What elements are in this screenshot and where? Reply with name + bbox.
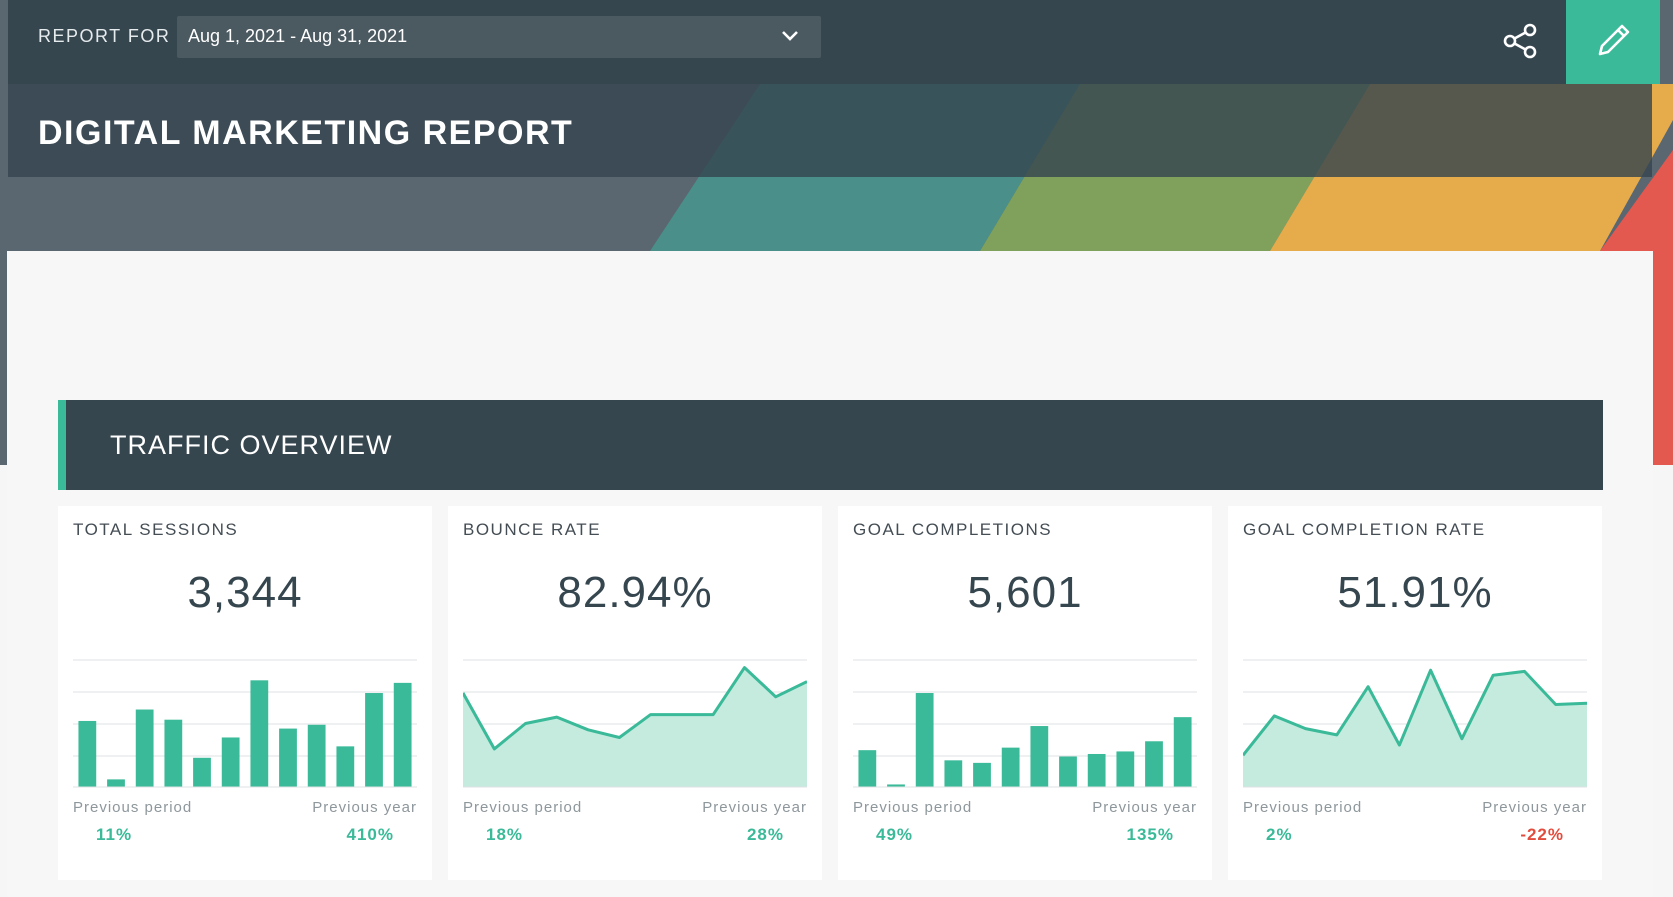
- bar: [944, 760, 963, 787]
- previous-period-label: Previous period: [463, 799, 583, 816]
- report-for-label: REPORT FOR: [38, 26, 171, 46]
- bar: [915, 693, 934, 787]
- date-range-value: Aug 1, 2021 - Aug 31, 2021: [188, 26, 408, 46]
- metric-value: 82.94%: [557, 568, 713, 617]
- bar: [973, 762, 991, 787]
- previous-year-change: -22%: [1520, 825, 1564, 844]
- date-range-select[interactable]: Aug 1, 2021 - Aug 31, 2021: [177, 16, 821, 58]
- metric-value: 5,601: [967, 568, 1083, 617]
- metric-label: BOUNCE RATE: [463, 520, 602, 539]
- previous-year-change: 410%: [346, 825, 394, 844]
- section-header: TRAFFIC OVERVIEW: [58, 400, 1603, 490]
- bar: [858, 750, 877, 787]
- metric-value: 3,344: [187, 568, 303, 617]
- share-icon[interactable]: [1498, 18, 1544, 64]
- previous-year-change: 28%: [746, 825, 784, 844]
- metric-label: GOAL COMPLETION RATE: [1243, 520, 1486, 539]
- sparkline-chart: [853, 659, 1197, 788]
- metric-label: GOAL COMPLETIONS: [853, 520, 1053, 539]
- chevron-down-icon: [782, 31, 798, 41]
- top-bar: REPORT FOR Aug 1, 2021 - Aug 31, 2021: [8, 0, 1660, 84]
- bar: [279, 728, 297, 787]
- bar: [1001, 747, 1020, 787]
- bar: [164, 719, 183, 787]
- metric-value: 51.91%: [1337, 568, 1493, 617]
- sparkline-chart: [463, 659, 807, 788]
- bar: [365, 693, 383, 787]
- previous-year-label: Previous year: [312, 799, 417, 816]
- metric-card-total-sessions: TOTAL SESSIONS 3,344 Previous period Pre…: [58, 506, 432, 880]
- bar: [1087, 753, 1106, 787]
- title-bar: DIGITAL MARKETING REPORT: [8, 84, 1652, 177]
- bar: [78, 720, 97, 787]
- area-fill: [1243, 670, 1587, 787]
- section-title: TRAFFIC OVERVIEW: [110, 430, 393, 460]
- bar: [336, 746, 355, 787]
- bar: [107, 779, 125, 787]
- previous-period-change: 11%: [96, 825, 133, 844]
- bar: [221, 737, 240, 787]
- bar: [135, 709, 154, 787]
- metric-card-goal-completions: GOAL COMPLETIONS 5,601 Previous period P…: [838, 506, 1212, 880]
- previous-year-label: Previous year: [1092, 799, 1197, 816]
- bar: [307, 724, 326, 787]
- bar: [250, 680, 269, 787]
- bar: [1173, 717, 1192, 787]
- previous-year-label: Previous year: [1482, 799, 1587, 816]
- previous-period-change: 49%: [876, 825, 914, 844]
- edit-button[interactable]: [1566, 0, 1660, 84]
- section-accent-bar: [58, 400, 66, 490]
- previous-year-label: Previous year: [702, 799, 807, 816]
- metric-card-goal-completion-rate: GOAL COMPLETION RATE 51.91% Previous per…: [1228, 506, 1602, 880]
- page-title: DIGITAL MARKETING REPORT: [38, 114, 574, 152]
- bar: [1059, 756, 1077, 787]
- metric-label: TOTAL SESSIONS: [73, 520, 239, 539]
- pencil-icon: [1598, 24, 1630, 56]
- previous-period-label: Previous period: [1243, 799, 1363, 816]
- bar: [1145, 741, 1163, 787]
- previous-year-change: 135%: [1126, 825, 1174, 844]
- previous-period-change: 2%: [1266, 825, 1293, 844]
- bar: [1030, 726, 1049, 787]
- bar: [393, 682, 412, 787]
- bar: [1116, 751, 1135, 787]
- sparkline-chart: [1243, 659, 1587, 788]
- previous-period-label: Previous period: [73, 799, 193, 816]
- metric-card-bounce-rate: BOUNCE RATE 82.94% Previous period Previ…: [448, 506, 822, 880]
- previous-period-change: 18%: [486, 825, 524, 844]
- bar: [193, 757, 211, 787]
- sparkline-chart: [73, 659, 417, 788]
- previous-period-label: Previous period: [853, 799, 973, 816]
